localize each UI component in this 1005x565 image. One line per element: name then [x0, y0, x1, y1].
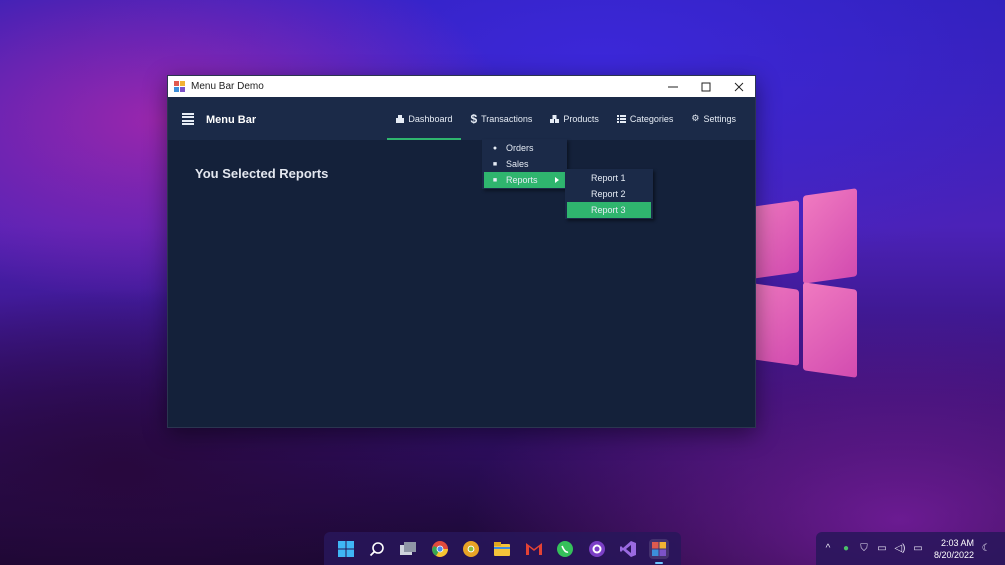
menu-item-dashboard[interactable]: Dashboard	[387, 97, 462, 140]
shield-icon[interactable]: ⛉	[858, 543, 870, 554]
title-bar[interactable]: Menu Bar Demo	[168, 76, 755, 97]
transactions-dropdown: ● Orders ■ Sales ■ Reports	[482, 139, 567, 189]
maximize-icon	[701, 82, 710, 91]
menu-label-products: Products	[563, 113, 599, 124]
menu-item-categories[interactable]: Categories	[608, 97, 683, 140]
display-icon[interactable]: ▭	[876, 543, 888, 554]
volume-icon[interactable]: ◁)	[894, 543, 906, 554]
submenu-item-report-2[interactable]: Report 2	[567, 186, 651, 202]
chrome-canary-icon[interactable]	[461, 539, 481, 559]
window-title: Menu Bar Demo	[191, 81, 264, 92]
menu-item-settings[interactable]: ⚙ Settings	[682, 97, 745, 140]
hamburger-menu-icon[interactable]	[182, 113, 194, 125]
tag-icon: ●	[492, 144, 498, 152]
app-window: Menu Bar Demo Menu Bar Dashboard $ Trans…	[167, 75, 756, 428]
task-view-icon[interactable]	[398, 539, 418, 559]
submenu-item-report-1[interactable]: Report 1	[567, 170, 651, 186]
network-app-icon[interactable]: ●	[840, 543, 852, 554]
night-mode-icon[interactable]: ☾	[980, 543, 992, 554]
file-explorer-icon[interactable]	[492, 539, 512, 559]
maximize-button[interactable]	[689, 76, 722, 97]
menu-label-transactions: Transactions	[481, 113, 533, 124]
chevron-up-icon[interactable]: ^	[822, 543, 834, 554]
windows-start-icon[interactable]	[336, 539, 356, 559]
gear-icon: ⚙	[691, 113, 700, 123]
dropdown-label-sales: Sales	[506, 159, 529, 169]
minimize-button[interactable]	[656, 76, 689, 97]
dropdown-item-orders[interactable]: ● Orders	[484, 140, 565, 156]
dropdown-item-sales[interactable]: ■ Sales	[484, 156, 565, 172]
document-icon: ■	[492, 160, 498, 168]
search-icon[interactable]	[367, 539, 387, 559]
clock-time: 2:03 AM	[941, 537, 975, 548]
dropdown-label-reports: Reports	[506, 175, 538, 185]
menu-bar-demo-icon[interactable]	[649, 538, 670, 564]
clock-date: 8/20/2022	[934, 549, 975, 560]
menu-label-categories: Categories	[629, 113, 674, 124]
whatsapp-icon[interactable]	[555, 539, 575, 559]
menu-brand: Menu Bar	[206, 114, 257, 126]
close-icon	[734, 82, 743, 91]
report-icon: ■	[492, 176, 498, 184]
app-icon	[174, 81, 185, 92]
chrome-icon[interactable]	[430, 539, 450, 559]
menu-bar: Menu Bar Dashboard $ Transactions Produc…	[168, 97, 755, 140]
dashboard-icon	[396, 114, 405, 123]
submenu-arrow-icon	[555, 177, 559, 183]
minimize-icon	[667, 86, 678, 87]
dollar-icon: $	[470, 111, 478, 126]
close-button[interactable]	[722, 76, 755, 97]
list-icon	[616, 114, 626, 123]
taskbar	[324, 532, 681, 565]
menu-item-transactions[interactable]: $ Transactions	[461, 97, 541, 140]
dropdown-label-orders: Orders	[506, 143, 534, 153]
submenu-item-report-3[interactable]: Report 3	[567, 202, 651, 218]
system-tray: ^ ● ⛉ ▭ ◁) ▭ 2:03 AM 8/20/2022 ☾	[816, 532, 1005, 565]
visual-studio-icon[interactable]	[618, 539, 638, 559]
menu-label-dashboard: Dashboard	[408, 113, 453, 124]
dropdown-item-reports[interactable]: ■ Reports	[484, 172, 565, 188]
menu-item-products[interactable]: Products	[541, 97, 608, 140]
menu-label-settings: Settings	[703, 113, 736, 124]
github-icon[interactable]	[587, 539, 607, 559]
gmail-icon[interactable]	[524, 539, 544, 559]
reports-submenu: Report 1 Report 2 Report 3	[565, 169, 653, 219]
products-icon	[550, 114, 560, 123]
battery-icon[interactable]: ▭	[912, 543, 924, 554]
clock[interactable]: 2:03 AM 8/20/2022	[934, 537, 974, 561]
windows-logo-wallpaper	[745, 188, 857, 378]
page-title: You Selected Reports	[195, 166, 329, 181]
